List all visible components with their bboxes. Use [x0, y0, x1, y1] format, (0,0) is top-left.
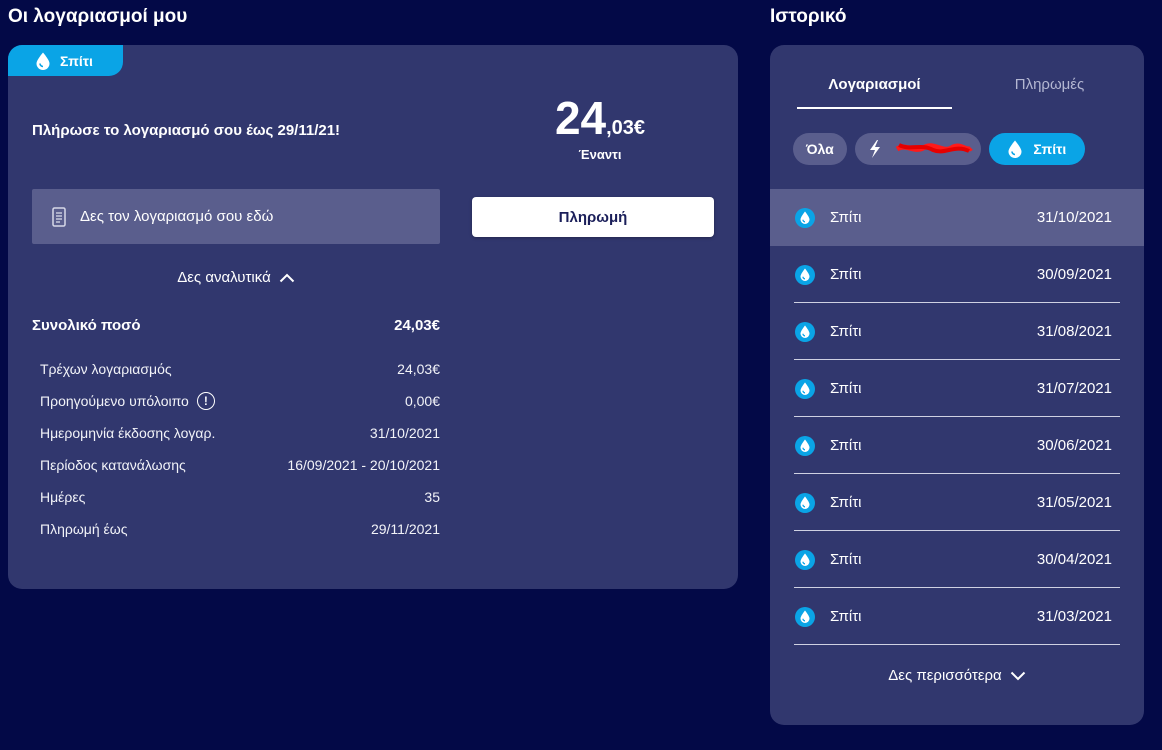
history-row-label: Σπίτι	[830, 323, 862, 340]
amount-decimal: ,03€	[606, 117, 646, 139]
water-drop-badge-icon	[795, 435, 815, 456]
detail-label: Πληρωμή έως	[40, 521, 128, 537]
history-row-label: Σπίτι	[830, 494, 862, 511]
account-type-label: Σπίτι	[60, 52, 93, 69]
total-row: Συνολικό ποσό 24,03€	[32, 317, 440, 341]
history-row-label: Σπίτι	[830, 437, 862, 454]
detail-value: 0,00€	[404, 393, 440, 409]
history-row-label: Σπίτι	[830, 551, 862, 568]
water-drop-icon	[1008, 140, 1022, 158]
detail-value: 16/09/2021 - 20/10/2021	[287, 457, 440, 473]
amount-subtitle: Έναντι	[578, 147, 622, 162]
history-row-date: 30/09/2021	[1036, 266, 1112, 283]
detail-row-issue-date: Ημερομηνία έκδοσης λογαρ. 31/10/2021	[32, 417, 440, 449]
accounts-title: Οι λογαριασμοί μου	[8, 6, 188, 27]
redaction-scribble	[895, 143, 973, 154]
history-row-date: 30/06/2021	[1036, 437, 1112, 454]
detail-value: 24,03€	[397, 361, 440, 377]
amount-integer: 24	[554, 92, 607, 144]
tab-bills[interactable]: Λογαριασμοί	[797, 69, 952, 109]
history-row-date: 31/08/2021	[1036, 323, 1112, 340]
history-row[interactable]: Σπίτι 31/05/2021	[770, 474, 1144, 531]
account-card: Σπίτι Πλήρωσε το λογαριασμό σου έως 29/1…	[8, 45, 738, 589]
total-value: 24,03€	[394, 317, 440, 334]
detail-row-days: Ημέρες 35	[32, 481, 440, 513]
detail-value: 29/11/2021	[370, 521, 440, 537]
detail-value: 35	[424, 489, 440, 505]
water-drop-badge-icon	[795, 264, 815, 285]
bill-document-icon	[52, 206, 66, 227]
detail-label: Ημέρες	[40, 489, 86, 505]
filter-home-label: Σπίτι	[1033, 141, 1067, 157]
water-drop-badge-icon	[795, 321, 815, 342]
history-row-date: 31/10/2021	[1036, 209, 1112, 226]
detail-label: Ημερομηνία έκδοσης λογαρ.	[40, 425, 216, 441]
history-tabs: Λογαριασμοί Πληρωμές	[797, 69, 1127, 109]
account-type-tag: Σπίτι	[8, 45, 123, 76]
history-row-label: Σπίτι	[830, 209, 862, 226]
water-drop-badge-icon	[795, 378, 815, 399]
history-row[interactable]: Σπίτι 31/08/2021	[770, 303, 1144, 360]
chevron-up-icon	[279, 273, 294, 282]
history-row-date: 31/03/2021	[1036, 608, 1112, 625]
see-more-link[interactable]: Δες περισσότερα	[770, 667, 1144, 684]
history-row-label: Σπίτι	[830, 266, 862, 283]
details-toggle-label: Δες αναλυτικά	[177, 269, 271, 286]
details-toggle[interactable]: Δες αναλυτικά	[32, 269, 440, 286]
history-row-label: Σπίτι	[830, 608, 862, 625]
history-card: Λογαριασμοί Πληρωμές Όλα Σπίτι Σπίτι 31/…	[770, 45, 1144, 725]
history-title: Ιστορικό	[770, 6, 847, 27]
pay-button[interactable]: Πληρωμή	[472, 197, 714, 237]
detail-label: Περίοδος κατανάλωσης	[40, 457, 186, 473]
history-row[interactable]: Σπίτι 31/10/2021	[770, 189, 1144, 246]
history-filters: Όλα Σπίτι	[793, 133, 1085, 165]
view-bill-link[interactable]: Δες τον λογαριασμό σου εδώ	[32, 189, 440, 244]
total-label: Συνολικό ποσό	[32, 317, 141, 334]
detail-row-period: Περίοδος κατανάλωσης 16/09/2021 - 20/10/…	[32, 449, 440, 481]
chevron-down-icon	[1010, 671, 1025, 680]
detail-row-previous: Προηγούμενο υπόλοιπο ! 0,00€	[32, 385, 440, 417]
history-row-label: Σπίτι	[830, 380, 862, 397]
water-drop-badge-icon	[795, 606, 815, 627]
water-drop-icon	[36, 52, 50, 70]
lightning-icon	[869, 140, 880, 158]
history-row[interactable]: Σπίτι 31/07/2021	[770, 360, 1144, 417]
filter-electricity-chip[interactable]	[854, 133, 981, 165]
history-row[interactable]: Σπίτι 30/06/2021	[770, 417, 1144, 474]
water-drop-badge-icon	[795, 492, 815, 513]
history-row-date: 31/07/2021	[1036, 380, 1112, 397]
filter-all-chip[interactable]: Όλα	[793, 133, 847, 165]
see-more-label: Δες περισσότερα	[888, 667, 1002, 684]
view-bill-label: Δες τον λογαριασμό σου εδώ	[80, 208, 274, 225]
info-icon[interactable]: !	[196, 392, 215, 410]
filter-home-chip[interactable]: Σπίτι	[988, 133, 1085, 165]
detail-label: Τρέχων λογαριασμός	[40, 361, 172, 377]
history-row[interactable]: Σπίτι 30/09/2021	[770, 246, 1144, 303]
amount-due: 24,03€ Έναντι	[478, 95, 722, 162]
tab-payments[interactable]: Πληρωμές	[972, 69, 1127, 109]
detail-row-due-date: Πληρωμή έως 29/11/2021	[32, 513, 440, 545]
pay-prompt: Πλήρωσε το λογαριασμό σου έως 29/11/21!	[32, 122, 341, 139]
detail-label: Προηγούμενο υπόλοιπο	[40, 393, 189, 409]
detail-row-current: Τρέχων λογαριασμός 24,03€	[32, 353, 440, 385]
history-row[interactable]: Σπίτι 31/03/2021	[770, 588, 1144, 645]
water-drop-badge-icon	[795, 549, 815, 570]
bill-details: Συνολικό ποσό 24,03€ Τρέχων λογαριασμός …	[32, 317, 440, 545]
history-row[interactable]: Σπίτι 30/04/2021	[770, 531, 1144, 588]
detail-value: 31/10/2021	[369, 425, 440, 441]
water-drop-badge-icon	[795, 207, 815, 228]
history-row-date: 30/04/2021	[1036, 551, 1112, 568]
history-row-date: 31/05/2021	[1036, 494, 1112, 511]
history-list: Σπίτι 31/10/2021 Σπίτι 30/09/2021 Σπίτι …	[770, 189, 1144, 645]
